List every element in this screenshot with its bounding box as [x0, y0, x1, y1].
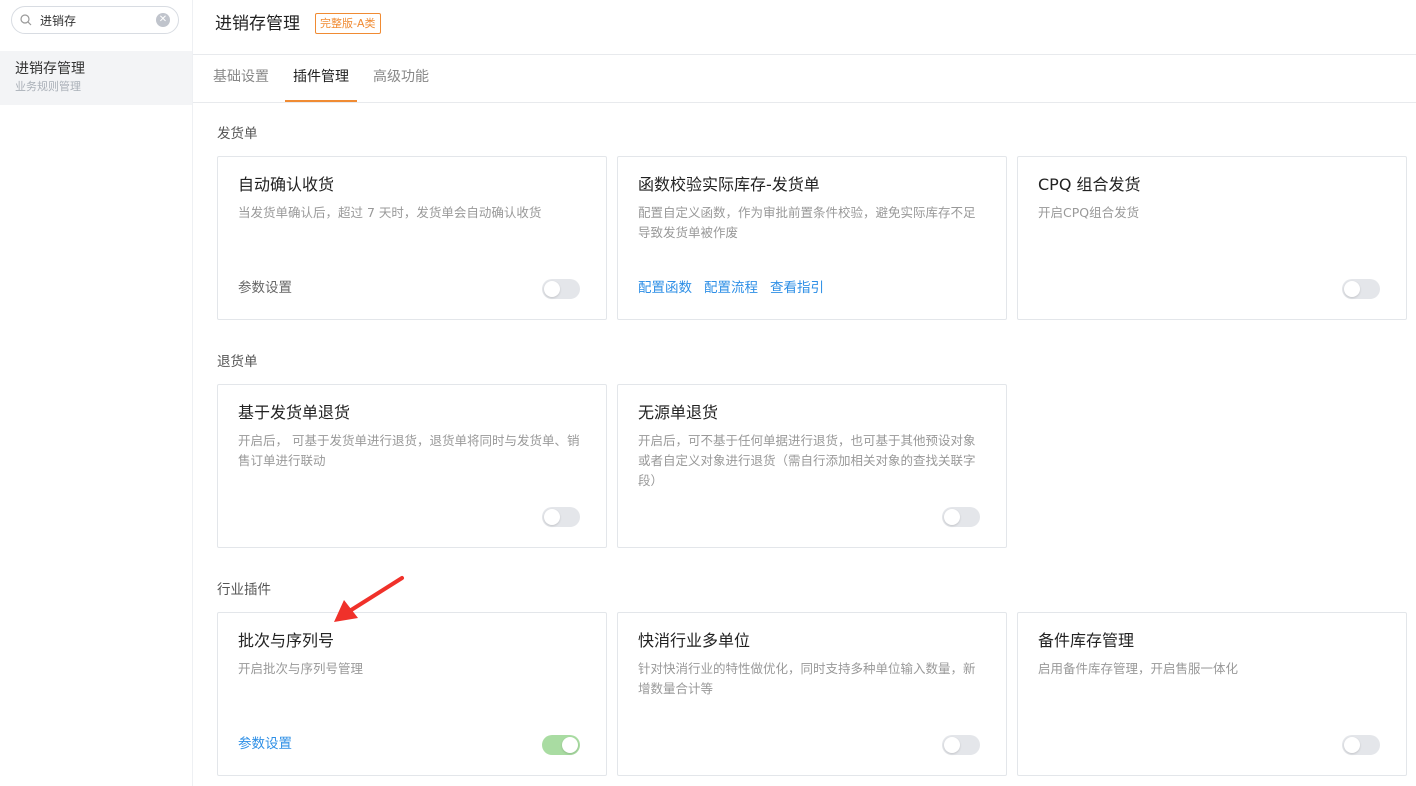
plugin-card-cpq-delivery: CPQ 组合发货 开启CPQ组合发货 — [1017, 156, 1407, 320]
plugin-card-batch-serial: 批次与序列号 开启批次与序列号管理 参数设置 — [217, 612, 607, 776]
section-title-delivery: 发货单 — [217, 126, 258, 142]
param-settings-link[interactable]: 参数设置 — [238, 736, 292, 752]
card-description: 配置自定义函数，作为审批前置条件校验，避免实际库存不足导致发货单被作废 — [638, 205, 976, 240]
view-guide-link[interactable]: 查看指引 — [770, 280, 824, 296]
sidebar-item-sublabel: 业务规则管理 — [15, 80, 81, 93]
card-title: 批次与序列号 — [238, 631, 335, 650]
tab-plugin-management[interactable]: 插件管理 — [285, 55, 357, 102]
toggle-knob — [944, 509, 960, 525]
plugin-card-fmcg-multi-unit: 快消行业多单位 针对快消行业的特性做优化，同时支持多种单位输入数量，新增数量合计… — [617, 612, 1007, 776]
red-arrow-icon — [334, 576, 404, 622]
toggle-switch[interactable] — [1342, 279, 1380, 299]
card-title: 备件库存管理 — [1038, 631, 1135, 650]
app-root: ✕ 进销存管理 业务规则管理 进销存管理 完整版-A类 基础设置 插件管理 高级… — [0, 0, 1416, 786]
card-links: 配置函数 配置流程 查看指引 — [638, 277, 836, 299]
search-icon — [20, 14, 32, 26]
card-title: 无源单退货 — [638, 403, 719, 422]
card-description: 当发货单确认后，超过 7 天时，发货单会自动确认收货 — [238, 205, 542, 220]
card-description: 开启CPQ组合发货 — [1038, 205, 1140, 220]
plugin-card-return-by-delivery: 基于发货单退货 开启后， 可基于发货单进行退货，退货单将同时与发货单、销售订单进… — [217, 384, 607, 548]
toggle-switch[interactable] — [542, 279, 580, 299]
param-settings-link-container: 参数设置 — [238, 733, 304, 755]
plugin-card-auto-confirm: 自动确认收货 当发货单确认后，超过 7 天时，发货单会自动确认收货 参数设置 — [217, 156, 607, 320]
toggle-switch[interactable] — [1342, 735, 1380, 755]
page-header: 进销存管理 完整版-A类 — [193, 0, 1416, 55]
card-title: 基于发货单退货 — [238, 403, 351, 422]
sidebar: ✕ 进销存管理 业务规则管理 — [0, 0, 193, 786]
tab-bar: 基础设置 插件管理 高级功能 — [193, 55, 1416, 103]
plugin-card-spare-parts-inventory: 备件库存管理 启用备件库存管理，开启售服一体化 — [1017, 612, 1407, 776]
card-description: 开启后，可不基于任何单据进行退货，也可基于其他预设对象或者自定义对象进行退货（需… — [638, 433, 976, 488]
toggle-knob — [1344, 737, 1360, 753]
toggle-knob — [1344, 281, 1360, 297]
toggle-knob — [944, 737, 960, 753]
card-description: 针对快消行业的特性做优化，同时支持多种单位输入数量，新增数量合计等 — [638, 661, 976, 696]
card-description: 开启批次与序列号管理 — [238, 661, 364, 676]
toggle-knob — [562, 737, 578, 753]
toggle-switch[interactable] — [542, 507, 580, 527]
card-title: CPQ 组合发货 — [1038, 175, 1141, 194]
card-title: 快消行业多单位 — [638, 631, 751, 650]
configure-flow-link[interactable]: 配置流程 — [704, 280, 758, 296]
card-description: 启用备件库存管理，开启售服一体化 — [1038, 661, 1239, 676]
param-settings-link[interactable]: 参数设置 — [238, 277, 292, 299]
toggle-switch[interactable] — [542, 735, 580, 755]
toggle-switch[interactable] — [942, 735, 980, 755]
toggle-knob — [544, 281, 560, 297]
sidebar-item-label: 进销存管理 — [15, 61, 85, 77]
search-input[interactable] — [40, 11, 158, 29]
section-title-returns: 退货单 — [217, 354, 258, 370]
clear-icon[interactable]: ✕ — [156, 13, 170, 27]
page-title: 进销存管理 — [215, 14, 300, 34]
search-box[interactable]: ✕ — [11, 6, 179, 34]
plugin-card-sourceless-return: 无源单退货 开启后，可不基于任何单据进行退货，也可基于其他预设对象或者自定义对象… — [617, 384, 1007, 548]
tab-advanced-features[interactable]: 高级功能 — [373, 55, 429, 102]
edition-badge: 完整版-A类 — [315, 13, 381, 34]
section-title-industry-plugins: 行业插件 — [217, 582, 271, 598]
toggle-switch[interactable] — [942, 507, 980, 527]
card-description: 开启后， 可基于发货单进行退货，退货单将同时与发货单、销售订单进行联动 — [238, 433, 580, 468]
card-title: 自动确认收货 — [238, 175, 335, 194]
card-title: 函数校验实际库存-发货单 — [638, 175, 820, 194]
toggle-knob — [544, 509, 560, 525]
plugin-card-function-stock-check: 函数校验实际库存-发货单 配置自定义函数，作为审批前置条件校验，避免实际库存不足… — [617, 156, 1007, 320]
sidebar-item-inventory[interactable]: 进销存管理 业务规则管理 — [0, 51, 192, 105]
configure-function-link[interactable]: 配置函数 — [638, 280, 692, 296]
tab-basic-settings[interactable]: 基础设置 — [213, 55, 269, 102]
